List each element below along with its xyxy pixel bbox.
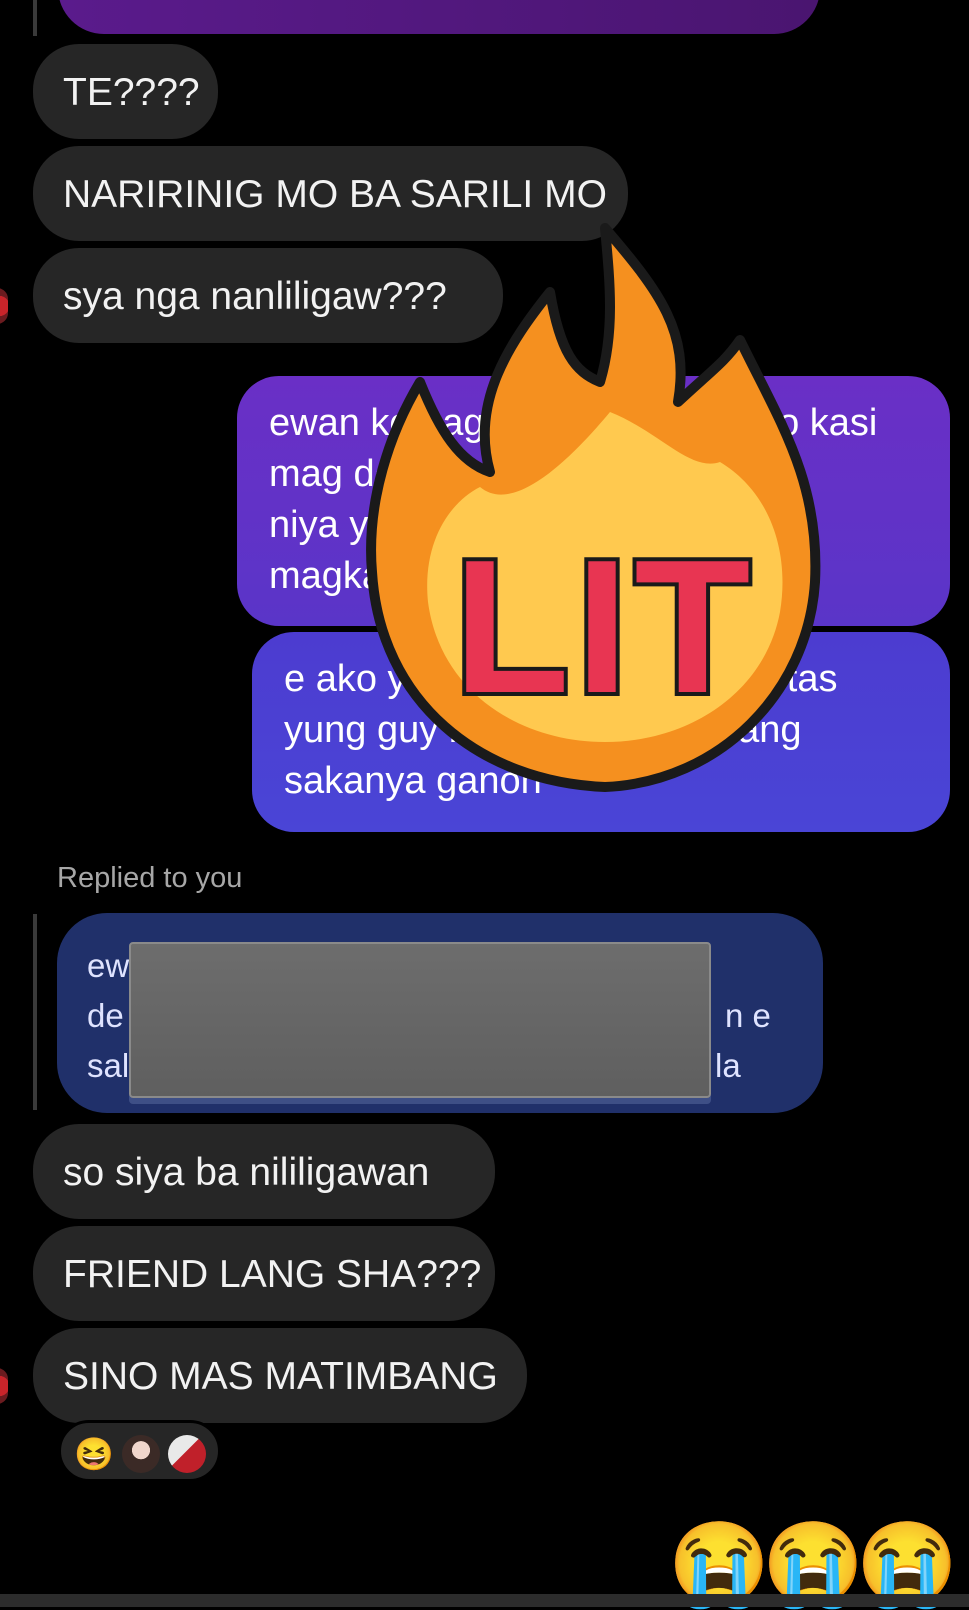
quote-line: de — [87, 997, 124, 1034]
quote-line-tail: la — [715, 1047, 741, 1084]
quote-line: ew — [87, 947, 130, 984]
reply-thread-line — [33, 914, 37, 1110]
replied-label: Replied to you — [57, 862, 243, 894]
thread-line — [33, 0, 37, 36]
laughing-emoji-icon: 😆 — [74, 1436, 114, 1472]
incoming-message[interactable]: so siya ba nililigawan — [33, 1124, 495, 1219]
message-bubble-partial[interactable] — [58, 0, 820, 34]
avatar-reactor-2[interactable] — [168, 1435, 206, 1473]
avatar-reactor-1[interactable] — [122, 1435, 160, 1473]
incoming-message[interactable]: FRIEND LANG SHA??? — [33, 1226, 495, 1321]
incoming-message[interactable]: TE???? — [33, 44, 218, 139]
lit-fire-sticker: LIT — [366, 223, 821, 792]
composer-bar-edge — [0, 1594, 969, 1607]
quote-line-tail: n e — [725, 997, 771, 1034]
incoming-message[interactable]: SINO MAS MATIMBANG — [33, 1328, 527, 1423]
sender-avatar[interactable] — [0, 288, 8, 324]
sticker-text: LIT — [454, 521, 757, 733]
reactions-pill[interactable]: 😆 — [58, 1420, 221, 1482]
redaction-box — [129, 942, 711, 1098]
sender-avatar[interactable] — [0, 1368, 8, 1404]
quote-line: sal — [87, 1047, 130, 1084]
